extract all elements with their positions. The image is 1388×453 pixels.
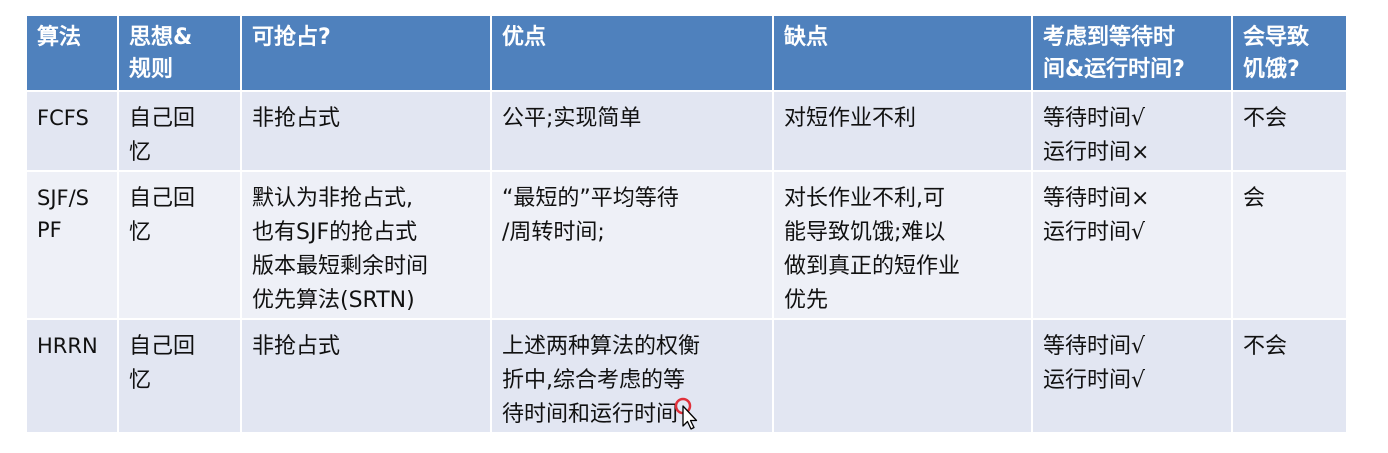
cell-cons: 对短作业不利 (772, 90, 1033, 172)
cell-starvation: 不会 (1231, 318, 1348, 434)
cell-wait-run: 等待时间√ 运行时间√ (1031, 318, 1233, 434)
cell-wait-run: 等待时间× 运行时间√ (1031, 170, 1233, 320)
table-row: SJF/S PF 自己回 忆 默认为非抢占式, 也有SJF的抢占式 版本最短剩余… (25, 170, 1348, 320)
cell-algorithm: FCFS (25, 90, 119, 172)
header-starvation: 会导致 饥饿? (1231, 14, 1348, 92)
header-pros: 优点 (490, 14, 774, 92)
cell-idea: 自己回 忆 (117, 90, 242, 172)
header-wait-run: 考虑到等待时 间&运行时间? (1031, 14, 1233, 92)
header-row: 算法 思想& 规则 可抢占? 优点 缺点 考虑到等待时 间&运行时间? 会导致 … (25, 14, 1348, 92)
cell-preemptive: 默认为非抢占式, 也有SJF的抢占式 版本最短剩余时间 优先算法(SRTN) (240, 170, 492, 320)
cell-idea: 自己回 忆 (117, 170, 242, 320)
cell-cons (772, 318, 1033, 434)
cell-starvation: 不会 (1231, 90, 1348, 172)
mouse-pointer-icon (674, 397, 698, 430)
cell-pros: 公平;实现简单 (490, 90, 774, 172)
cell-algorithm: HRRN (25, 318, 119, 434)
header-cons: 缺点 (772, 14, 1033, 92)
cell-idea: 自己回 忆 (117, 318, 242, 434)
header-idea-rules: 思想& 规则 (117, 14, 242, 92)
cell-preemptive: 非抢占式 (240, 90, 492, 172)
header-algorithm: 算法 (25, 14, 119, 92)
header-preemptive: 可抢占? (240, 14, 492, 92)
cell-cons: 对长作业不利,可 能导致饥饿;难以 做到真正的短作业 优先 (772, 170, 1033, 320)
cell-pros: “最短的”平均等待 /周转时间; (490, 170, 774, 320)
comparison-table-container: 算法 思想& 规则 可抢占? 优点 缺点 考虑到等待时 间&运行时间? 会导致 … (25, 14, 1348, 434)
cell-starvation: 会 (1231, 170, 1348, 320)
scheduling-algorithm-comparison-table: 算法 思想& 规则 可抢占? 优点 缺点 考虑到等待时 间&运行时间? 会导致 … (25, 14, 1348, 434)
cell-algorithm: SJF/S PF (25, 170, 119, 320)
table-row: FCFS 自己回 忆 非抢占式 公平;实现简单 对短作业不利 等待时间√ 运行时… (25, 90, 1348, 172)
cell-preemptive: 非抢占式 (240, 318, 492, 434)
cell-wait-run: 等待时间√ 运行时间× (1031, 90, 1233, 172)
cell-pros: 上述两种算法的权衡 折中,综合考虑的等 待时间和运行时间 (490, 318, 774, 434)
